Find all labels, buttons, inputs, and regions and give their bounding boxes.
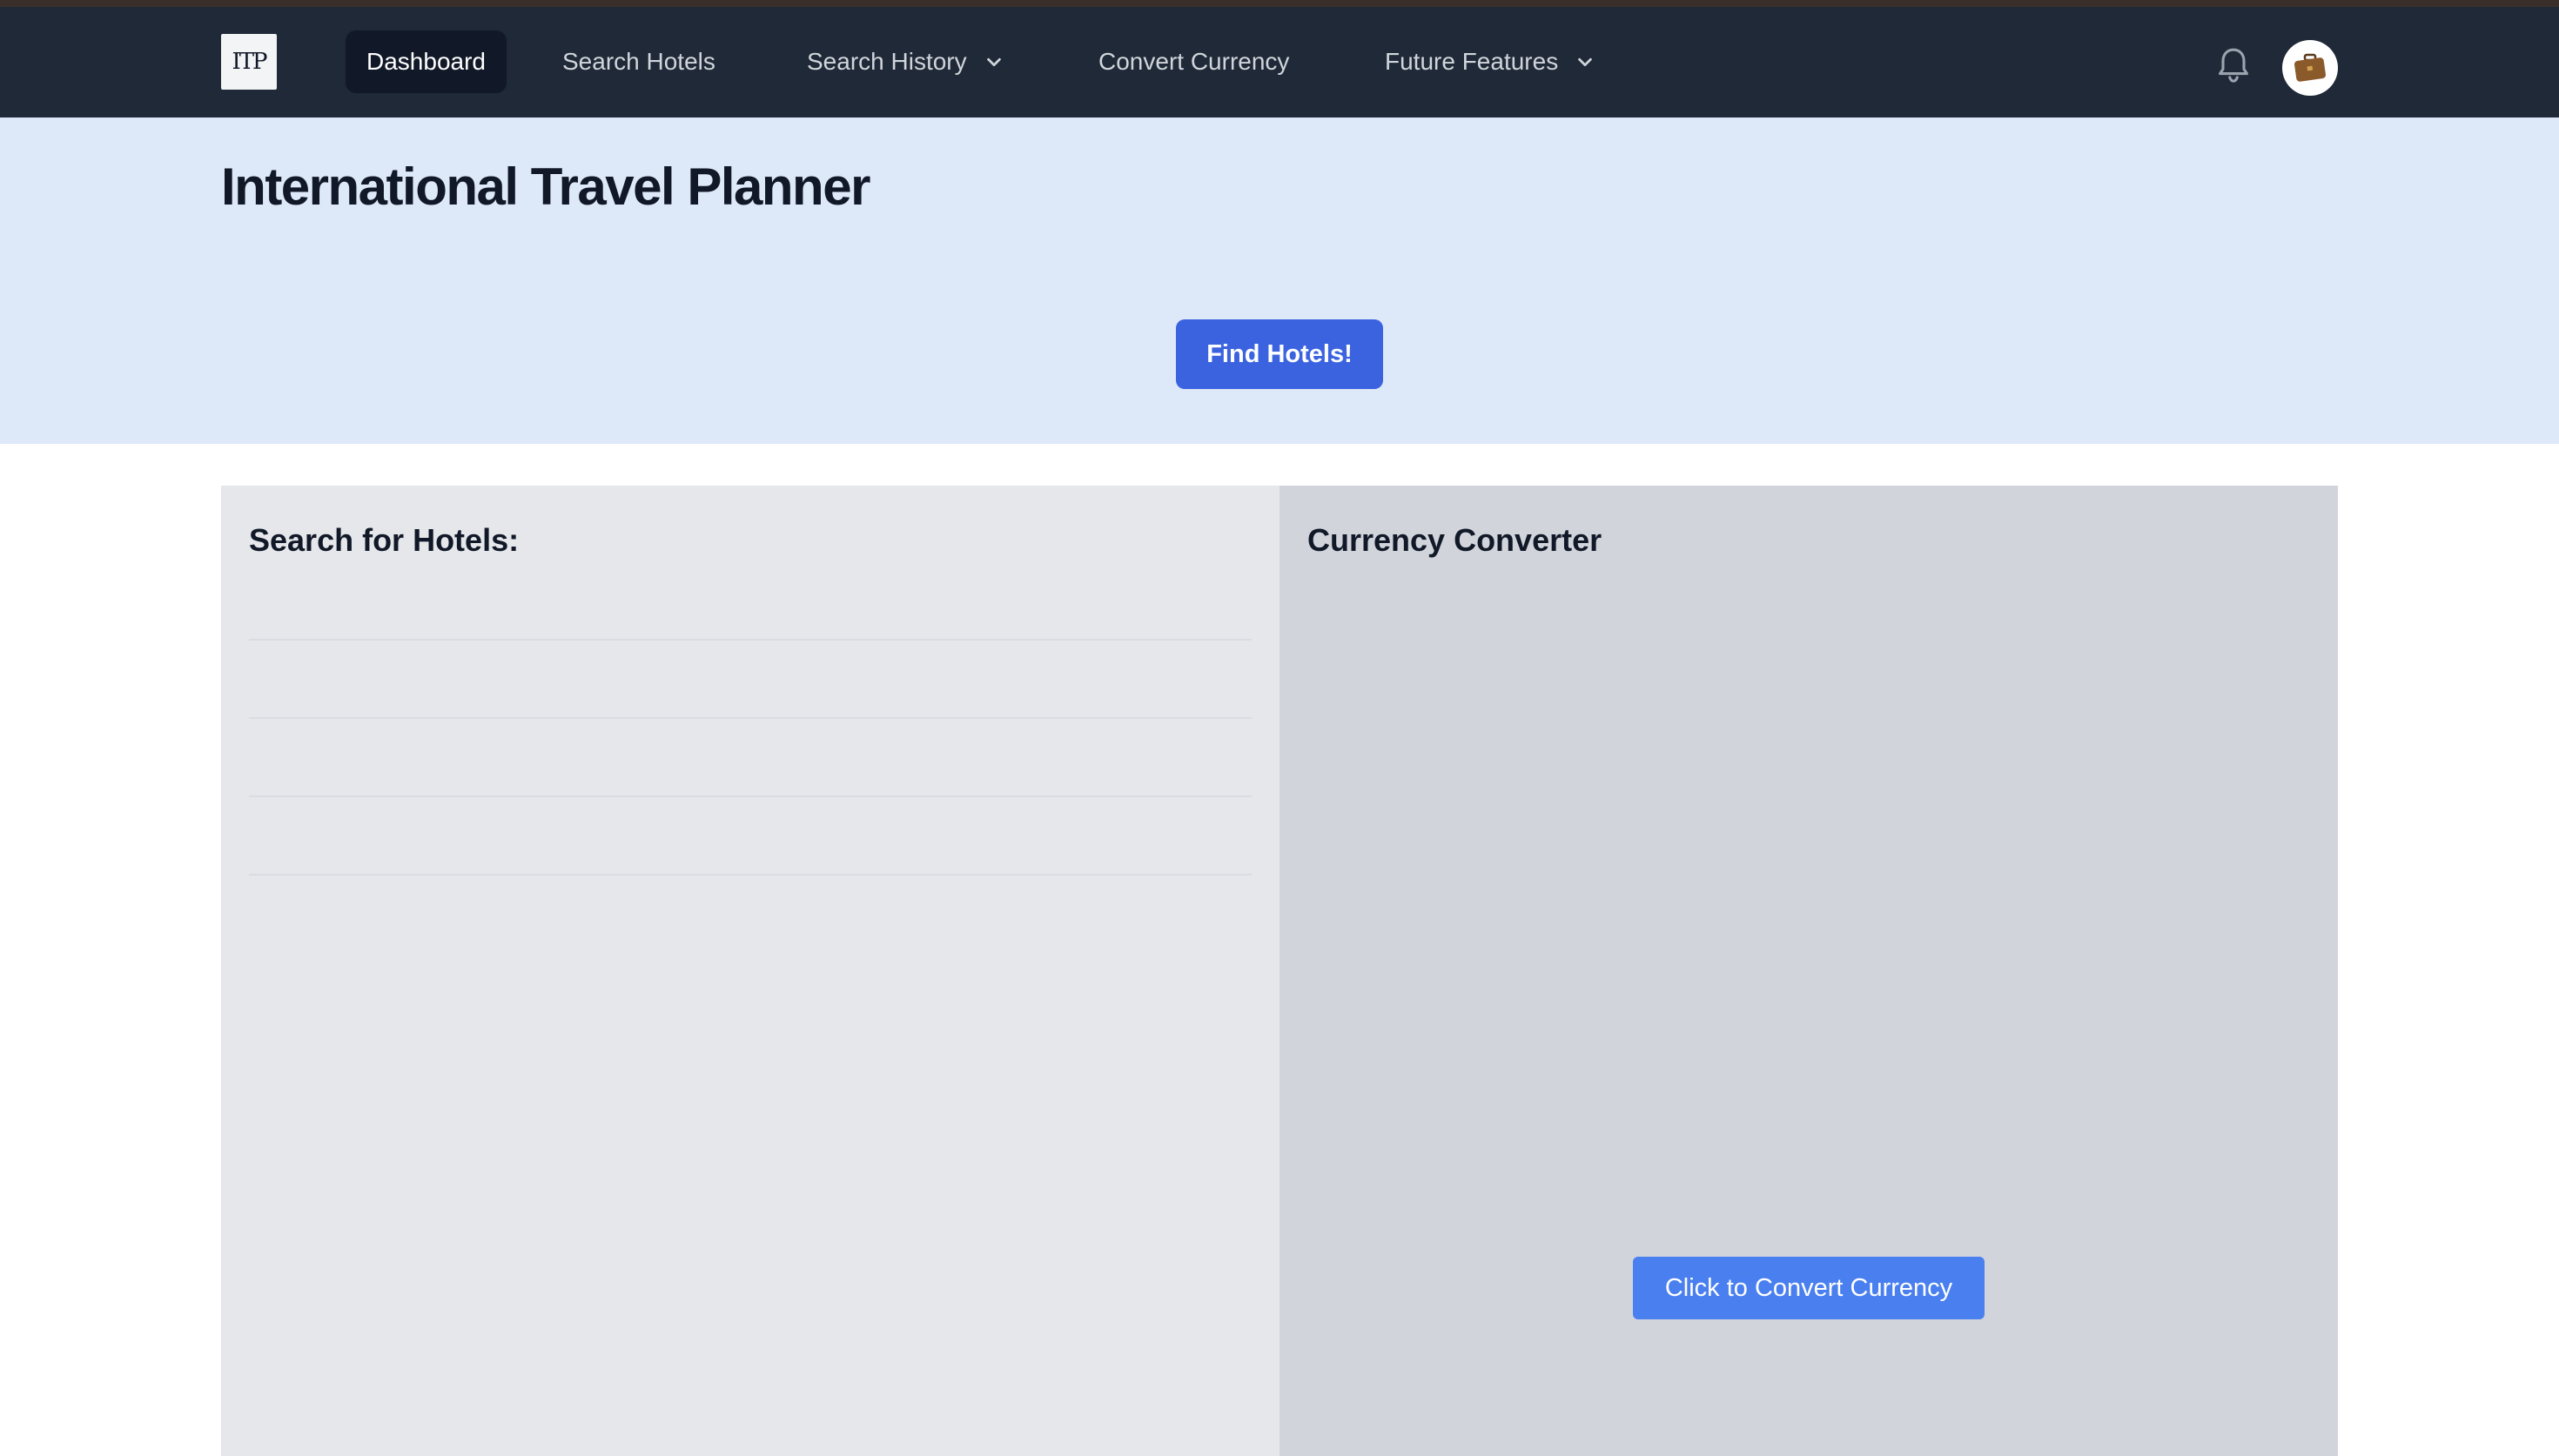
- convert-currency-button[interactable]: Click to Convert Currency: [1633, 1257, 1985, 1319]
- window-top-strip: [0, 0, 2559, 7]
- hotel-search-title: Search for Hotels:: [249, 522, 520, 558]
- nav-convert-currency[interactable]: Convert Currency: [1098, 30, 1289, 93]
- currency-converter-panel: Currency Converter Click to Convert Curr…: [1280, 486, 2338, 1456]
- chevron-down-icon: [986, 57, 1001, 67]
- hotel-result-divider: [249, 717, 1252, 719]
- user-avatar[interactable]: [2282, 40, 2338, 96]
- logo-text: ITP: [232, 49, 267, 75]
- hotel-result-divider: [249, 795, 1252, 797]
- currency-converter-title: Currency Converter: [1307, 522, 1602, 558]
- nav-future-features[interactable]: Future Features: [1385, 30, 1595, 93]
- chevron-down-icon: [1578, 57, 1592, 67]
- nav-convert-currency-label: Convert Currency: [1098, 48, 1290, 75]
- find-hotels-button[interactable]: Find Hotels!: [1176, 319, 1383, 389]
- nav-search-history-label: Search History: [807, 48, 967, 75]
- nav-dashboard[interactable]: Dashboard: [346, 30, 507, 93]
- nav-dashboard-label: Dashboard: [366, 48, 486, 75]
- page-title: International Travel Planner: [221, 158, 870, 216]
- bell-icon[interactable]: [2215, 45, 2252, 87]
- top-navbar: ITP Dashboard Search Hotels Search Histo…: [0, 7, 2559, 117]
- app-logo[interactable]: ITP: [221, 34, 277, 90]
- briefcase-avatar-icon: [2294, 53, 2326, 82]
- hotel-result-divider: [249, 639, 1252, 641]
- nav-future-features-label: Future Features: [1385, 48, 1559, 75]
- hotel-result-divider: [249, 874, 1252, 876]
- nav-search-history[interactable]: Search History: [807, 30, 1004, 93]
- nav-search-hotels[interactable]: Search Hotels: [562, 30, 715, 93]
- hotel-search-panel: Search for Hotels:: [221, 486, 1280, 1456]
- nav-search-hotels-label: Search Hotels: [562, 48, 715, 75]
